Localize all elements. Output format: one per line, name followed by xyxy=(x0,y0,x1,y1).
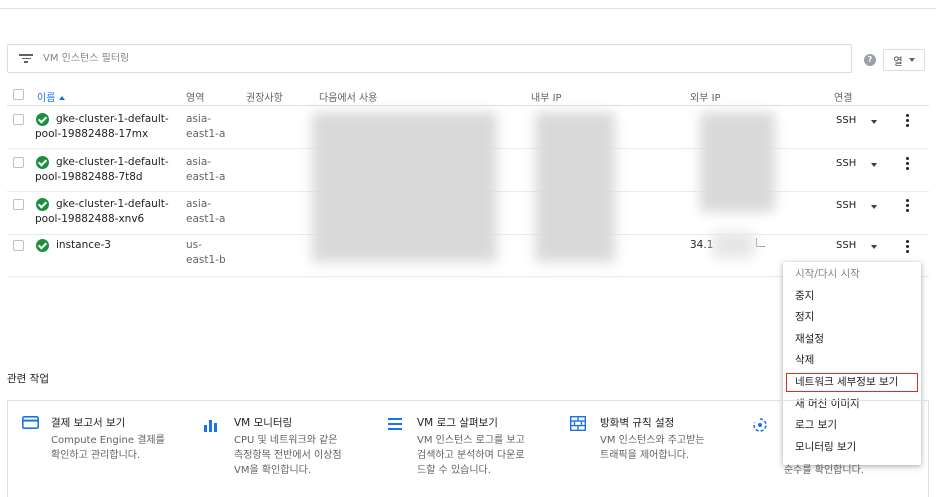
row-checkbox[interactable] xyxy=(13,240,24,251)
external-link-icon[interactable] xyxy=(756,238,765,247)
zone-line2: east1-b xyxy=(186,254,226,266)
more-actions-icon[interactable] xyxy=(906,157,910,170)
chevron-down-icon xyxy=(908,58,915,62)
instance-name-line1: gke-cluster-1-default- xyxy=(56,198,169,210)
zone-line2: east1-a xyxy=(186,171,226,183)
external-ip[interactable]: 34.1 xyxy=(690,238,713,253)
related-card-title[interactable]: 방화벽 규칙 설정 xyxy=(600,415,674,430)
ssh-dropdown-icon[interactable] xyxy=(871,163,877,167)
desc-line: 드할 수 있습니다. xyxy=(417,465,491,476)
column-header-zone[interactable]: 영역 xyxy=(186,89,204,104)
menu-item-delete[interactable]: 삭제 xyxy=(783,350,921,371)
more-actions-icon[interactable] xyxy=(906,240,910,253)
related-card-description: VM 인스턴스와 주고받는 트래픽을 제어합니다. xyxy=(600,433,705,463)
filter-input[interactable] xyxy=(43,53,643,64)
zone-line1: asia- xyxy=(186,156,212,168)
row-checkbox[interactable] xyxy=(13,114,24,125)
list-icon xyxy=(388,418,402,430)
instance-zone: us- east1-b xyxy=(186,238,226,268)
zone-line1: asia- xyxy=(186,198,212,210)
redacted-region xyxy=(700,112,775,212)
desc-line: 확인하고 관리합니다. xyxy=(51,450,141,461)
menu-item-stop[interactable]: 중지 xyxy=(783,286,921,307)
ssh-button[interactable]: SSH xyxy=(836,158,856,169)
zone-line2: east1-a xyxy=(186,213,226,225)
instance-zone: asia- east1-a xyxy=(186,197,225,227)
menu-item-reset[interactable]: 재설정 xyxy=(783,329,921,350)
ssh-dropdown-icon[interactable] xyxy=(871,205,877,209)
related-card-description: 순수를 확인합니다. xyxy=(784,465,864,476)
help-icon[interactable]: ? xyxy=(864,54,876,66)
redacted-region xyxy=(535,112,615,262)
columns-button[interactable]: 열 xyxy=(883,49,925,71)
related-card-description: CPU 및 네트워크와 같은 측정항목 전반에서 이상점 VM을 확인합니다. xyxy=(234,433,342,478)
row-checkbox[interactable] xyxy=(13,199,24,210)
menu-item-view-network-details[interactable]: 네트워크 세부정보 보기 xyxy=(785,372,919,393)
desc-line: 검색하고 분석하며 다운로 xyxy=(417,450,525,461)
more-actions-icon[interactable] xyxy=(906,199,910,212)
ssh-dropdown-icon[interactable] xyxy=(871,120,877,124)
desc-line: Compute Engine 결제를 xyxy=(51,435,165,446)
desc-line: VM 인스턴스 로그를 보고 xyxy=(417,435,525,446)
related-card-title[interactable]: VM 모니터링 xyxy=(234,415,292,430)
column-header-name[interactable]: 이름 xyxy=(37,89,66,104)
instance-name-line2: pool-19882488-7t8d xyxy=(35,171,143,183)
zone-line1: asia- xyxy=(186,113,212,125)
instance-name-line2: pool-19882488-17mx xyxy=(35,128,149,140)
ssh-button[interactable]: SSH xyxy=(836,240,856,251)
column-header-recommendation[interactable]: 권장사항 xyxy=(246,89,283,104)
related-card-title[interactable]: VM 로그 살펴보기 xyxy=(417,415,498,430)
more-actions-icon[interactable] xyxy=(906,114,910,127)
ssh-button[interactable]: SSH xyxy=(836,200,856,211)
related-card-description: Compute Engine 결제를 확인하고 관리합니다. xyxy=(51,433,165,463)
status-ok-icon xyxy=(36,198,49,211)
desc-line: CPU 및 네트워크와 같은 xyxy=(234,435,338,446)
instance-name[interactable]: gke-cluster-1-default- pool-19882488-xnv… xyxy=(35,197,169,227)
status-ok-icon xyxy=(36,239,49,252)
instance-name-line2: pool-19882488-xnv6 xyxy=(35,213,145,225)
column-header-name-label: 이름 xyxy=(37,93,56,104)
column-header-internal-ip[interactable]: 내부 IP xyxy=(531,89,562,104)
status-ok-icon xyxy=(36,156,49,169)
instance-name-line1: gke-cluster-1-default- xyxy=(56,113,169,125)
column-header-connect: 연결 xyxy=(834,93,853,104)
bar-chart-icon xyxy=(204,420,217,432)
sort-ascending-icon xyxy=(59,96,66,100)
desc-line: VM 인스턴스와 주고받는 xyxy=(600,435,705,446)
refresh-cycle-icon xyxy=(753,418,767,432)
menu-item-start-restart[interactable]: 시작/다시 시작 xyxy=(783,264,921,285)
row-checkbox[interactable] xyxy=(13,157,24,168)
top-divider xyxy=(0,8,936,9)
instance-name[interactable]: gke-cluster-1-default- pool-19882488-7t8… xyxy=(35,155,169,185)
firewall-icon xyxy=(570,416,586,431)
zone-line2: east1-a xyxy=(186,128,226,140)
related-card-title[interactable]: 결제 보고서 보기 xyxy=(51,415,125,430)
filter-icon[interactable] xyxy=(19,54,33,63)
redacted-region xyxy=(712,232,754,258)
instance-name[interactable]: instance-3 xyxy=(56,238,111,253)
status-ok-icon xyxy=(36,113,49,126)
desc-line: VM을 확인합니다. xyxy=(234,465,312,476)
column-header-in-use-by[interactable]: 다음에서 사용 xyxy=(319,89,377,104)
redacted-region xyxy=(312,112,497,262)
ssh-dropdown-icon[interactable] xyxy=(871,245,877,249)
columns-button-label: 열 xyxy=(893,56,903,68)
instance-name-line1: gke-cluster-1-default- xyxy=(56,156,169,168)
instance-zone: asia- east1-a xyxy=(186,112,225,142)
zone-line1: us- xyxy=(186,239,202,251)
credit-card-icon xyxy=(22,416,39,429)
column-header-external-ip[interactable]: 외부 IP xyxy=(690,89,721,104)
desc-line: 트래픽을 제어합니다. xyxy=(600,450,690,461)
related-actions-title: 관련 작업 xyxy=(7,373,49,385)
instance-zone: asia- east1-a xyxy=(186,155,225,185)
menu-item-suspend[interactable]: 정지 xyxy=(783,307,921,328)
desc-line: 측정항목 전반에서 이상점 xyxy=(234,450,342,461)
ssh-button[interactable]: SSH xyxy=(836,115,856,126)
related-card-description: VM 인스턴스 로그를 보고 검색하고 분석하며 다운로 드할 수 있습니다. xyxy=(417,433,525,478)
filter-bar[interactable] xyxy=(7,44,852,73)
select-all-checkbox[interactable] xyxy=(13,89,24,100)
instance-name[interactable]: gke-cluster-1-default- pool-19882488-17m… xyxy=(35,112,169,142)
